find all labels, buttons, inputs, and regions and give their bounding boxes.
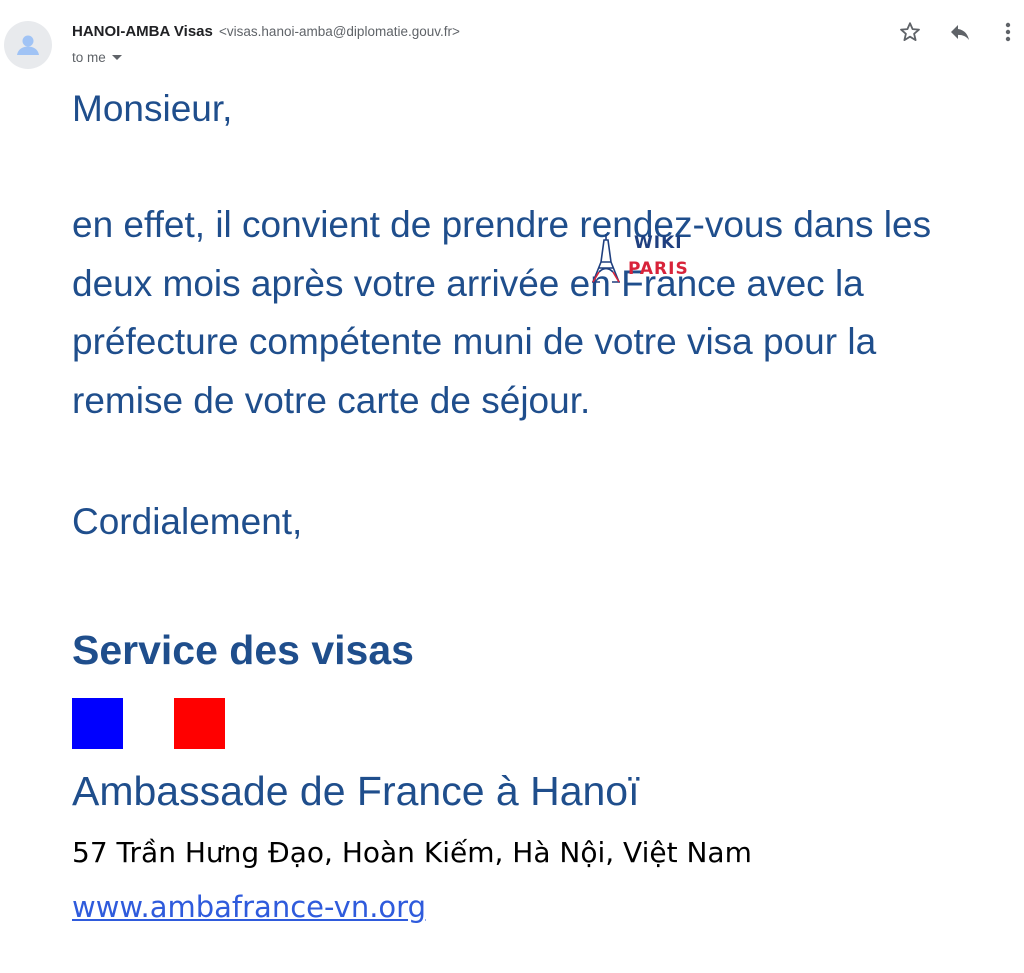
paragraph-line: deux mois après votre arrivée en France … [72, 262, 864, 304]
recipient-details[interactable]: to me [72, 50, 124, 65]
chevron-down-icon[interactable] [110, 53, 124, 63]
sender-line: HANOI-AMBA Visas <visas.hanoi-amba@diplo… [72, 23, 460, 40]
closing: Cordialement, [72, 501, 303, 542]
flag-blue-square [72, 698, 123, 749]
signature-address: 57 Trần Hưng Đạo, Hoàn Kiếm, Hà Nội, Việ… [72, 836, 752, 869]
sender-avatar[interactable] [4, 21, 52, 69]
website-link[interactable]: www.ambafrance-vn.org [72, 890, 426, 924]
sender-name[interactable]: HANOI-AMBA Visas [72, 23, 213, 40]
recipient-label: to me [72, 50, 106, 65]
star-icon[interactable] [898, 20, 922, 44]
signature-embassy: Ambassade de France à Hanoï [72, 768, 640, 814]
watermark-paris: PARIS [628, 259, 689, 279]
message-paragraph: en effet, il convient de prendre rendez-… [72, 196, 931, 430]
more-vert-icon[interactable] [998, 20, 1018, 44]
greeting: Monsieur, [72, 88, 233, 129]
sender-email: <visas.hanoi-amba@diplomatie.gouv.fr> [219, 24, 460, 39]
paragraph-line: en effet, il convient de prendre rendez-… [72, 204, 932, 245]
reply-icon[interactable] [948, 20, 972, 44]
paragraph-line: remise de votre carte de séjour. [72, 379, 591, 421]
watermark-wiki: WIKI [634, 233, 683, 253]
wiki-paris-watermark: WIKI PARIS [590, 230, 706, 286]
paragraph-line: préfecture compétente muni de votre visa… [72, 321, 877, 362]
signature-service: Service des visas [72, 627, 414, 673]
flag-red-square [174, 698, 225, 749]
eiffel-tower-icon [592, 234, 620, 283]
person-icon [17, 35, 39, 55]
